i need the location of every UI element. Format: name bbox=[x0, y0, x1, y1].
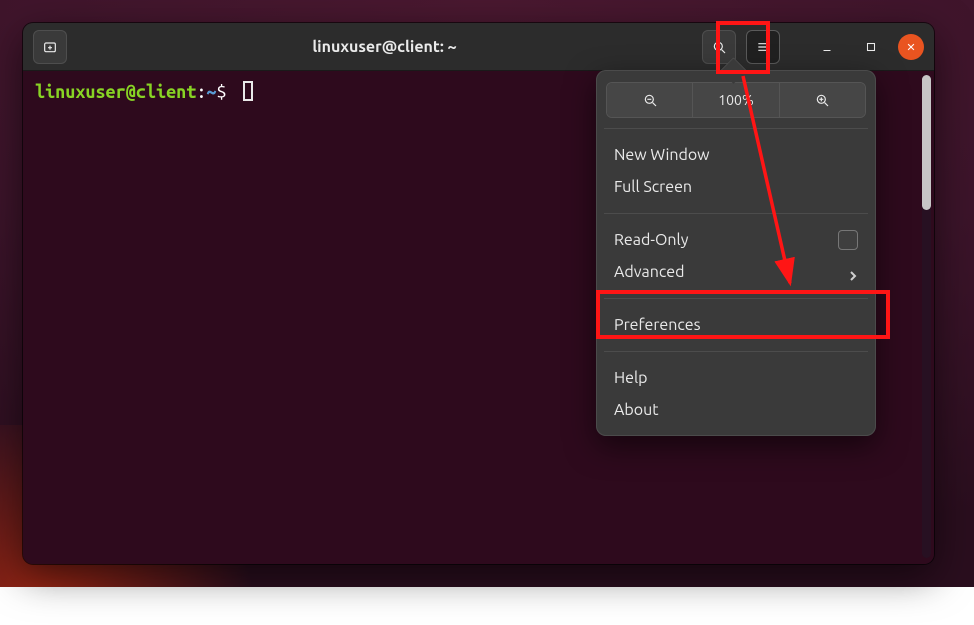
maximize-icon bbox=[864, 40, 878, 54]
text-cursor bbox=[243, 81, 253, 101]
prompt-cwd: ~ bbox=[206, 82, 216, 102]
menu-item-about[interactable]: About bbox=[606, 394, 866, 426]
menu-item-help[interactable]: Help bbox=[606, 362, 866, 394]
zoom-in-button[interactable] bbox=[780, 83, 865, 117]
maximize-button[interactable] bbox=[854, 30, 888, 64]
app-menu-popover: 100% New Window Full Screen Read-Only Ad… bbox=[596, 70, 876, 436]
menu-separator bbox=[604, 213, 868, 214]
zoom-controls: 100% bbox=[606, 82, 866, 118]
hamburger-icon bbox=[755, 39, 771, 55]
new-tab-button[interactable] bbox=[33, 30, 67, 64]
zoom-in-icon bbox=[814, 92, 830, 108]
minimize-button[interactable] bbox=[810, 30, 844, 64]
prompt-user: linuxuser bbox=[35, 82, 126, 102]
prompt-at: @ bbox=[126, 82, 136, 102]
menu-item-label: New Window bbox=[614, 146, 710, 164]
zoom-out-button[interactable] bbox=[607, 83, 693, 117]
zoom-reset-button[interactable]: 100% bbox=[693, 83, 779, 117]
terminal-scrollbar[interactable] bbox=[922, 75, 931, 558]
menu-item-label: Read-Only bbox=[614, 231, 688, 249]
menu-item-read-only[interactable]: Read-Only bbox=[606, 224, 866, 256]
menu-item-label: Preferences bbox=[614, 316, 701, 334]
menu-item-label: Advanced bbox=[614, 263, 684, 281]
prompt-colon: : bbox=[196, 82, 206, 102]
search-icon bbox=[711, 39, 727, 55]
menu-separator bbox=[604, 128, 868, 129]
zoom-level-label: 100% bbox=[718, 92, 753, 108]
menu-item-preferences[interactable]: Preferences bbox=[606, 309, 866, 341]
prompt-host: client bbox=[136, 82, 196, 102]
menu-separator bbox=[604, 351, 868, 352]
page-bottom-strip bbox=[0, 587, 974, 625]
menu-item-label: Full Screen bbox=[614, 178, 692, 196]
menu-item-full-screen[interactable]: Full Screen bbox=[606, 171, 866, 203]
chevron-right-icon bbox=[848, 267, 858, 277]
scrollbar-thumb[interactable] bbox=[922, 75, 931, 210]
hamburger-menu-button[interactable] bbox=[746, 30, 780, 64]
minimize-icon bbox=[820, 40, 834, 54]
window-title: linuxuser@client: ~ bbox=[312, 38, 456, 56]
close-icon bbox=[904, 40, 918, 54]
shell-prompt: linuxuser@client:~$ bbox=[35, 82, 237, 102]
menu-item-new-window[interactable]: New Window bbox=[606, 139, 866, 171]
menu-item-label: Help bbox=[614, 369, 648, 387]
menu-separator bbox=[604, 298, 868, 299]
zoom-out-icon bbox=[642, 92, 658, 108]
titlebar: linuxuser@client: ~ bbox=[23, 23, 934, 71]
menu-item-advanced[interactable]: Advanced bbox=[606, 256, 866, 288]
read-only-checkbox[interactable] bbox=[838, 230, 858, 250]
new-tab-icon bbox=[42, 39, 58, 55]
menu-item-label: About bbox=[614, 401, 659, 419]
prompt-dollar: $ bbox=[217, 82, 227, 102]
close-button[interactable] bbox=[898, 34, 924, 60]
